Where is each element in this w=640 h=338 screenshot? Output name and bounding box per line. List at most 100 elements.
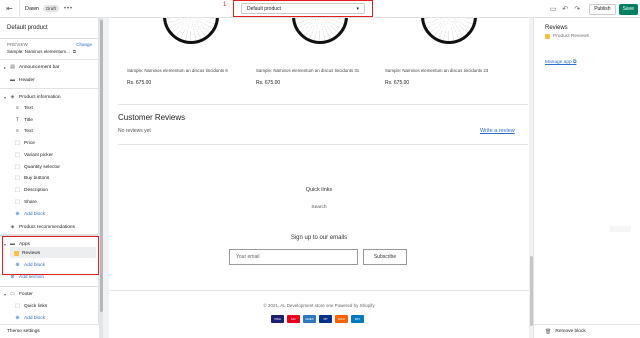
- payment-icon: PAY: [351, 315, 364, 323]
- sidebar-title: Default product: [7, 25, 48, 31]
- app-source: Product Reviews: [545, 34, 589, 39]
- block-icon: ⬚: [15, 175, 20, 181]
- sidebar-item-footer[interactable]: ▾ ▭ Footer: [4, 289, 33, 299]
- reviews-heading: Customer Reviews: [118, 113, 186, 122]
- block-title[interactable]: T Title: [14, 115, 33, 125]
- copyright-text: © 2021, AL Development store one Powered…: [263, 303, 375, 308]
- tag-icon: ◈: [10, 94, 15, 100]
- manage-app-link[interactable]: Manage app ⧉: [545, 59, 576, 65]
- section-divider: [118, 104, 528, 105]
- section-icon: ▤: [10, 64, 15, 70]
- product-name[interactable]: Sample: Naminos elementum an discus tinc…: [127, 68, 228, 73]
- save-button[interactable]: Save: [618, 3, 638, 15]
- product-price: Rs. 675.00: [385, 80, 410, 86]
- paypal-icon: PP: [319, 315, 332, 323]
- section-divider: [118, 144, 528, 145]
- block-icon: ⬚: [15, 199, 20, 205]
- block-icon: ⬚: [15, 152, 20, 158]
- product-name[interactable]: Sample: Naminos elementum an discus tinc…: [385, 68, 488, 73]
- divider: [0, 38, 99, 39]
- device-preview-icon[interactable]: ▭: [547, 3, 559, 15]
- page-selector-highlight: Default product ▾: [233, 0, 373, 17]
- block-icon: ⬚: [15, 303, 20, 309]
- plus-circle-icon: ⊕: [15, 211, 20, 217]
- sidebar-item-header[interactable]: ▬ Header: [4, 75, 35, 85]
- newsletter-email-input[interactable]: Your email: [229, 249, 358, 265]
- preview-value: Sample: Naminos elementum... ⧉: [7, 49, 76, 54]
- newsletter-heading: Sign up to our emails: [290, 235, 348, 241]
- text-lines-icon: ≡: [16, 128, 19, 134]
- divider: [0, 88, 99, 89]
- block-icon: ⬚: [15, 140, 20, 146]
- block-price[interactable]: ⬚ Price: [14, 138, 35, 148]
- write-review-link[interactable]: Write a review: [480, 128, 515, 134]
- block-share[interactable]: ⬚ Share: [14, 197, 37, 207]
- sections-sidebar: Default product PREVIEW Change Sample: N…: [0, 18, 99, 338]
- redo-icon[interactable]: ↷: [571, 3, 583, 15]
- footer-divider: [109, 290, 529, 291]
- undo-icon[interactable]: ↶: [559, 3, 571, 15]
- panel-title: Reviews: [545, 25, 568, 31]
- text-lines-icon: ≡: [16, 105, 19, 111]
- block-quick-links[interactable]: ⬚ Quick links: [14, 301, 47, 311]
- topbar-actions: ▭ ↶ ↷ Publish Save: [547, 0, 640, 18]
- theme-name: Dawn: [25, 5, 40, 12]
- bicycle-wheel-image: [421, 18, 477, 44]
- trash-icon: 🗑: [545, 328, 552, 335]
- block-settings-panel: Reviews Product Reviews Manage app ⧉ 🗑 Re…: [533, 18, 640, 338]
- preview-canvas: Sample: Naminos elementum an discus tinc…: [109, 18, 529, 338]
- theme-status-badge: Draft: [43, 5, 59, 12]
- plus-circle-icon: ⊕: [15, 315, 20, 321]
- block-quantity-selector[interactable]: ⬚ Quantity selector: [14, 162, 60, 172]
- subscribe-button[interactable]: Subscribe: [363, 249, 407, 265]
- divider: [0, 286, 99, 287]
- bicycle-wheel-image: [163, 18, 219, 44]
- section-icon: ▭: [10, 291, 15, 297]
- sidebar-scrollbar[interactable]: [99, 18, 103, 338]
- no-reviews-text: No reviews yet: [118, 128, 151, 134]
- block-variant-picker[interactable]: ⬚ Variant picker: [14, 150, 53, 160]
- block-text[interactable]: ≡ Text: [14, 103, 33, 113]
- block-icon: ⬚: [15, 187, 20, 193]
- amex-icon: AMEX: [303, 315, 316, 323]
- sidebar-item-product-information[interactable]: ▾ ◈ Product information: [4, 92, 61, 102]
- bicycle-wheel-image: [292, 18, 348, 44]
- external-link-icon: ⧉: [72, 49, 76, 54]
- footer-quick-links-heading: Quick links: [305, 187, 333, 193]
- add-block-button[interactable]: ⊕ Add block: [14, 209, 45, 219]
- scrollbar-thumb[interactable]: [99, 20, 103, 312]
- theme-settings-button[interactable]: Theme settings: [0, 324, 99, 338]
- publish-button[interactable]: Publish: [589, 3, 616, 15]
- title-icon: T: [15, 117, 20, 123]
- block-text[interactable]: ≡ Text: [14, 126, 33, 136]
- visa-icon: VISA: [271, 315, 284, 323]
- remove-block-button[interactable]: 🗑 Remove block: [534, 324, 640, 338]
- add-block-button[interactable]: ⊕ Add block: [14, 313, 45, 323]
- preview-label: PREVIEW: [7, 42, 28, 47]
- product-price: Rs. 675.00: [256, 80, 281, 86]
- divider: [0, 59, 99, 60]
- payment-icons: VISA MC AMEX PP DISC PAY: [271, 315, 364, 323]
- sidebar-item-product-recommendations[interactable]: ◈ Product recommendations: [4, 222, 75, 232]
- change-preview-link[interactable]: Change: [76, 42, 92, 47]
- block-description[interactable]: ⬚ Description: [14, 185, 48, 195]
- header-icon: ▬: [10, 77, 15, 83]
- sidebar-item-announcement-bar[interactable]: ▸ ▤ Announcement bar: [4, 62, 60, 72]
- page-selector[interactable]: Default product ▾: [241, 3, 365, 14]
- exit-button[interactable]: ⇤: [0, 0, 20, 18]
- external-link-icon: ⧉: [573, 60, 577, 65]
- exit-icon: ⇤: [6, 4, 13, 13]
- block-icon: ⬚: [15, 164, 20, 170]
- page-selector-label: Default product: [247, 5, 281, 12]
- product-price: Rs. 675.00: [127, 80, 152, 86]
- tag-icon: ◈: [10, 224, 15, 230]
- block-buy-buttons[interactable]: ⬚ Buy buttons: [14, 173, 49, 183]
- app-icon: [545, 34, 550, 39]
- more-actions-button[interactable]: •••: [64, 6, 73, 12]
- mastercard-icon: MC: [287, 315, 300, 323]
- placeholder-element: [610, 226, 631, 232]
- discover-icon: DISC: [335, 315, 348, 323]
- annotation-marker-1: 1: [223, 2, 227, 8]
- product-name[interactable]: Sample: Naminos elementum an discus tinc…: [256, 68, 359, 73]
- footer-search-link[interactable]: Search: [109, 205, 529, 210]
